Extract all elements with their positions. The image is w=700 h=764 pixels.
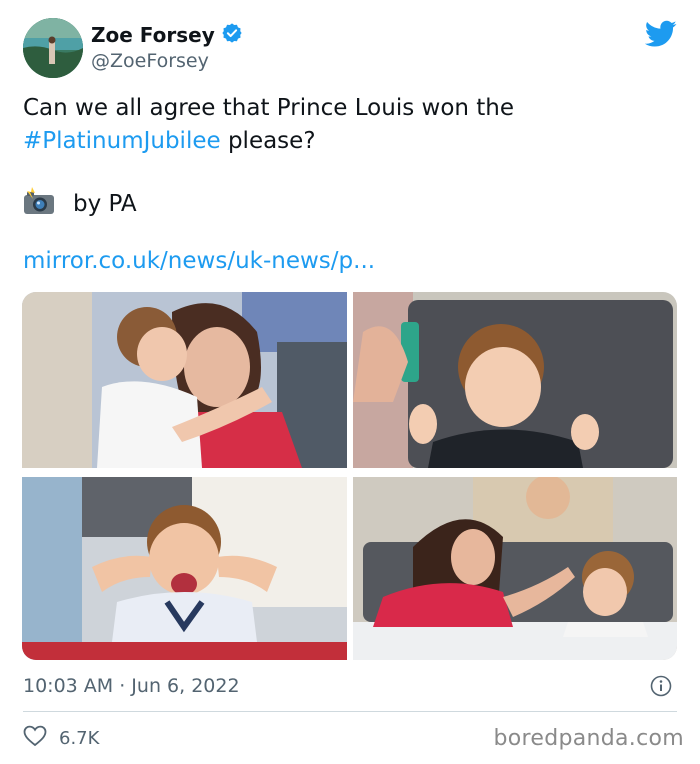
like-button[interactable]: 6.7K <box>23 725 99 752</box>
photo-credit: by PA <box>23 187 137 221</box>
watermark: boredpanda.com <box>493 726 684 751</box>
photo-2[interactable] <box>353 292 677 468</box>
author-name[interactable]: Zoe Forsey <box>91 23 215 47</box>
twitter-bird-icon[interactable] <box>644 20 677 48</box>
tweet-timestamp[interactable]: 10:03 AM · Jun 6, 2022 <box>23 675 240 697</box>
info-icon[interactable] <box>650 675 672 697</box>
tweet-text: Can we all agree that Prince Louis won t… <box>23 92 663 158</box>
photo-3[interactable] <box>22 477 347 660</box>
tweet-text-after: please? <box>220 128 316 154</box>
tweet-text-before: Can we all agree that Prince Louis won t… <box>23 95 515 121</box>
photo-1[interactable] <box>22 292 347 468</box>
credit-text: by PA <box>73 191 137 217</box>
photo-4[interactable] <box>353 477 677 660</box>
divider <box>23 711 677 712</box>
camera-flash-icon <box>23 187 55 221</box>
author-handle[interactable]: @ZoeForsey <box>91 50 209 72</box>
like-count: 6.7K <box>59 728 100 749</box>
media-grid[interactable] <box>22 292 677 660</box>
hashtag-link[interactable]: #PlatinumJubilee <box>23 128 221 154</box>
avatar[interactable] <box>23 18 83 78</box>
heart-icon <box>23 725 47 752</box>
verified-badge-icon <box>221 22 243 48</box>
article-link[interactable]: mirror.co.uk/news/uk-news/p... <box>23 248 375 274</box>
